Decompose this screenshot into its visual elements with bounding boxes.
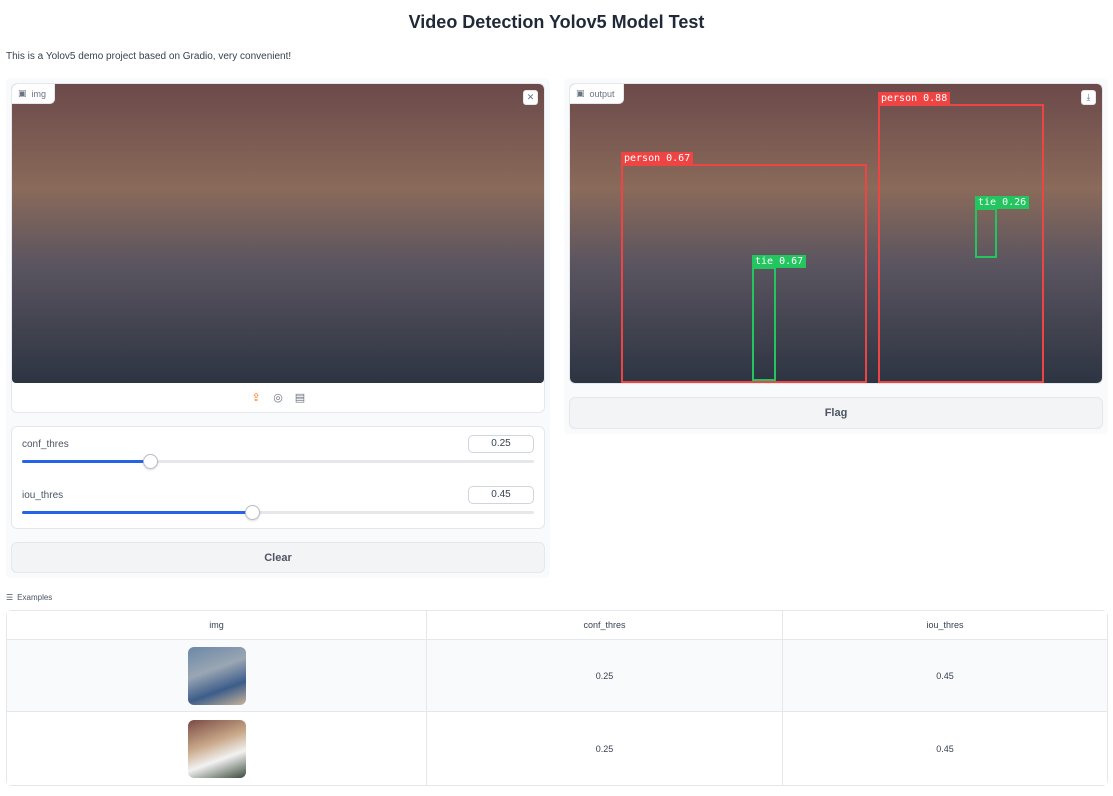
image-source-toolbar: ⇪ ◎ ▤ — [12, 390, 544, 404]
detection-box-person: person 0.88 — [878, 92, 1044, 383]
clear-button[interactable]: Clear — [11, 542, 545, 573]
slider-iou-thres: iou_thres 0.45 — [22, 486, 534, 520]
list-icon: ☰ — [6, 593, 14, 602]
slider-thumb[interactable] — [245, 505, 261, 520]
example-thumbnail[interactable] — [187, 646, 246, 705]
conf-thres-input[interactable]: 0.25 — [468, 435, 534, 453]
example-conf-cell[interactable]: 0.25 — [427, 712, 783, 785]
example-conf-cell[interactable]: 0.25 — [427, 640, 783, 712]
page-description: This is a Yolov5 demo project based on G… — [6, 51, 292, 62]
input-photo — [12, 84, 544, 383]
column-header-img: img — [7, 611, 427, 640]
examples-table: img conf_thres iou_thres 0.25 0.45 0.25 … — [6, 610, 1108, 786]
clipboard-icon[interactable]: ▤ — [293, 390, 307, 404]
download-icon[interactable]: ⤓ — [1081, 90, 1096, 105]
example-row[interactable]: 0.25 0.45 — [7, 640, 1107, 712]
detection-label: person 0.88 — [878, 92, 951, 105]
example-row[interactable]: 0.25 0.45 — [7, 712, 1107, 785]
close-icon[interactable]: ✕ — [523, 90, 538, 105]
webcam-icon[interactable]: ◎ — [271, 390, 285, 404]
detection-label: tie 0.67 — [752, 255, 807, 268]
example-iou-cell[interactable]: 0.45 — [783, 640, 1107, 712]
detection-box-person: person 0.67 — [621, 152, 867, 383]
input-image-label: ▣ img — [12, 84, 56, 104]
slider-track[interactable] — [22, 505, 534, 520]
detection-label: person 0.67 — [621, 152, 694, 165]
input-image[interactable]: ▣ img ✕ — [12, 84, 544, 383]
output-image: person 0.67 person 0.88 tie 0.67 tie 0.2… — [570, 84, 1102, 383]
detection-label: tie 0.26 — [975, 196, 1030, 209]
column-header-iou-thres: iou_thres — [783, 611, 1107, 640]
page-title: Video Detection Yolov5 Model Test — [408, 12, 705, 32]
slider-fill — [22, 511, 253, 514]
output-panel: person 0.67 person 0.88 tie 0.67 tie 0.2… — [564, 78, 1108, 434]
example-img-cell[interactable] — [7, 712, 427, 785]
slider-label: iou_thres — [22, 490, 64, 501]
output-image-label: ▣ output — [570, 84, 624, 104]
upload-icon[interactable]: ⇪ — [249, 390, 263, 404]
slider-track[interactable] — [22, 454, 534, 469]
input-panel: ▣ img ✕ ⇪ ◎ ▤ conf_thres 0.25 iou_thres … — [6, 78, 550, 578]
slider-thumb[interactable] — [143, 454, 158, 469]
detection-box-tie: tie 0.67 — [752, 255, 807, 381]
image-icon: ▣ — [576, 88, 585, 98]
detection-box-tie: tie 0.26 — [975, 196, 1030, 258]
example-img-cell[interactable] — [7, 640, 427, 712]
example-iou-cell[interactable]: 0.45 — [783, 712, 1107, 785]
column-header-conf-thres: conf_thres — [427, 611, 783, 640]
slider-label: conf_thres — [22, 439, 69, 450]
input-image-card: ▣ img ✕ ⇪ ◎ ▤ — [11, 83, 545, 413]
slider-fill — [22, 460, 150, 463]
slider-conf-thres: conf_thres 0.25 — [22, 435, 534, 469]
sliders-card: conf_thres 0.25 iou_thres 0.45 — [11, 426, 545, 529]
image-icon: ▣ — [18, 88, 27, 98]
examples-label: ☰ Examples — [6, 593, 53, 602]
output-image-card: person 0.67 person 0.88 tie 0.67 tie 0.2… — [569, 83, 1103, 384]
example-thumbnail[interactable] — [187, 719, 246, 778]
iou-thres-input[interactable]: 0.45 — [468, 486, 534, 504]
flag-button[interactable]: Flag — [569, 397, 1103, 429]
